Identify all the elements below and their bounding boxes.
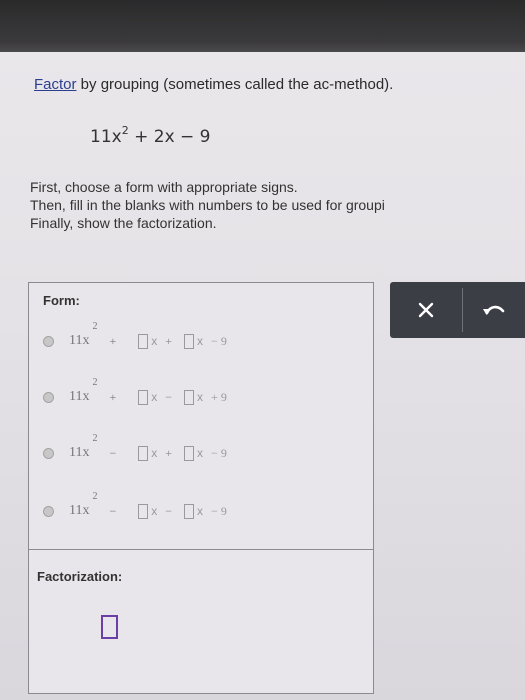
radio-button[interactable] — [43, 335, 54, 347]
option-constant: − 9 — [211, 445, 227, 460]
expression-exponent: 2 — [121, 124, 129, 137]
radio-button[interactable] — [43, 447, 54, 459]
option-sign-1: − — [109, 445, 117, 460]
blank-input-1[interactable] — [138, 503, 149, 519]
form-option-4[interactable]: 11x 2 − x − x − 9 — [43, 491, 227, 523]
expression-rest: + 2x − 9 — [128, 127, 211, 147]
option-term: 11x 2 — [69, 377, 98, 404]
option-constant: + 9 — [211, 389, 227, 404]
option-sign-1: + — [109, 333, 117, 348]
step-3: Finally, show the factorization. — [30, 215, 217, 231]
factorization-answer-box[interactable] — [101, 615, 118, 639]
option-term: 11x 2 — [69, 321, 98, 348]
blank-input-1[interactable] — [138, 389, 149, 405]
option-sign-2: + — [165, 445, 173, 460]
option-constant: − 9 — [211, 503, 227, 518]
section-divider — [29, 549, 373, 550]
form-option-1[interactable]: 11x 2 + x + x − 9 — [43, 321, 227, 353]
radio-button[interactable] — [43, 505, 54, 517]
option-constant: − 9 — [211, 333, 227, 348]
form-option-3[interactable]: 11x 2 − x + x − 9 — [43, 433, 227, 465]
radio-button[interactable] — [43, 391, 54, 403]
blank-input-2[interactable] — [184, 503, 195, 519]
option-sign-2: − — [165, 503, 173, 518]
form-label: Form: — [43, 293, 80, 308]
option-sign-2: + — [165, 333, 173, 348]
polynomial-expression: 11x2 + 2x − 9 — [90, 124, 211, 147]
option-x-2: x — [197, 504, 204, 518]
option-x-1: x — [151, 446, 158, 460]
step-2: Then, fill in the blanks with numbers to… — [30, 197, 385, 213]
expression-leading-term: 11x — [90, 127, 122, 147]
answer-toolbar — [390, 282, 525, 338]
option-sign-1: + — [109, 389, 117, 404]
option-x-2: x — [197, 446, 204, 460]
answer-panel: Form: 11x 2 + x + x − 9 11x 2 + x − x + 9 … — [28, 282, 374, 694]
blank-input-2[interactable] — [184, 445, 195, 461]
form-option-2[interactable]: 11x 2 + x − x + 9 — [43, 377, 227, 409]
blank-input-1[interactable] — [138, 445, 149, 461]
option-sign-2: − — [165, 389, 173, 404]
device-bezel — [0, 0, 525, 52]
option-x-1: x — [151, 504, 158, 518]
factor-link[interactable]: Factor — [34, 76, 77, 93]
step-1: First, choose a form with appropriate si… — [30, 179, 298, 195]
undo-button[interactable] — [463, 282, 525, 338]
clear-button[interactable] — [390, 282, 462, 338]
option-x-2: x — [197, 334, 204, 348]
close-icon — [418, 302, 434, 318]
blank-input-2[interactable] — [184, 333, 195, 349]
option-x-2: x — [197, 390, 204, 404]
instruction-rest: by grouping (sometimes called the ac-met… — [76, 76, 394, 93]
blank-input-2[interactable] — [184, 389, 195, 405]
instruction-text: Factor by grouping (sometimes called the… — [34, 76, 393, 93]
instruction-steps: First, choose a form with appropriate si… — [30, 178, 385, 232]
option-x-1: x — [151, 334, 158, 348]
factorization-label: Factorization: — [37, 569, 123, 584]
option-term: 11x 2 — [69, 433, 98, 460]
option-term: 11x 2 — [69, 491, 98, 518]
option-x-1: x — [151, 390, 158, 404]
option-sign-1: − — [109, 503, 117, 518]
undo-icon — [483, 305, 505, 315]
blank-input-1[interactable] — [138, 333, 149, 349]
